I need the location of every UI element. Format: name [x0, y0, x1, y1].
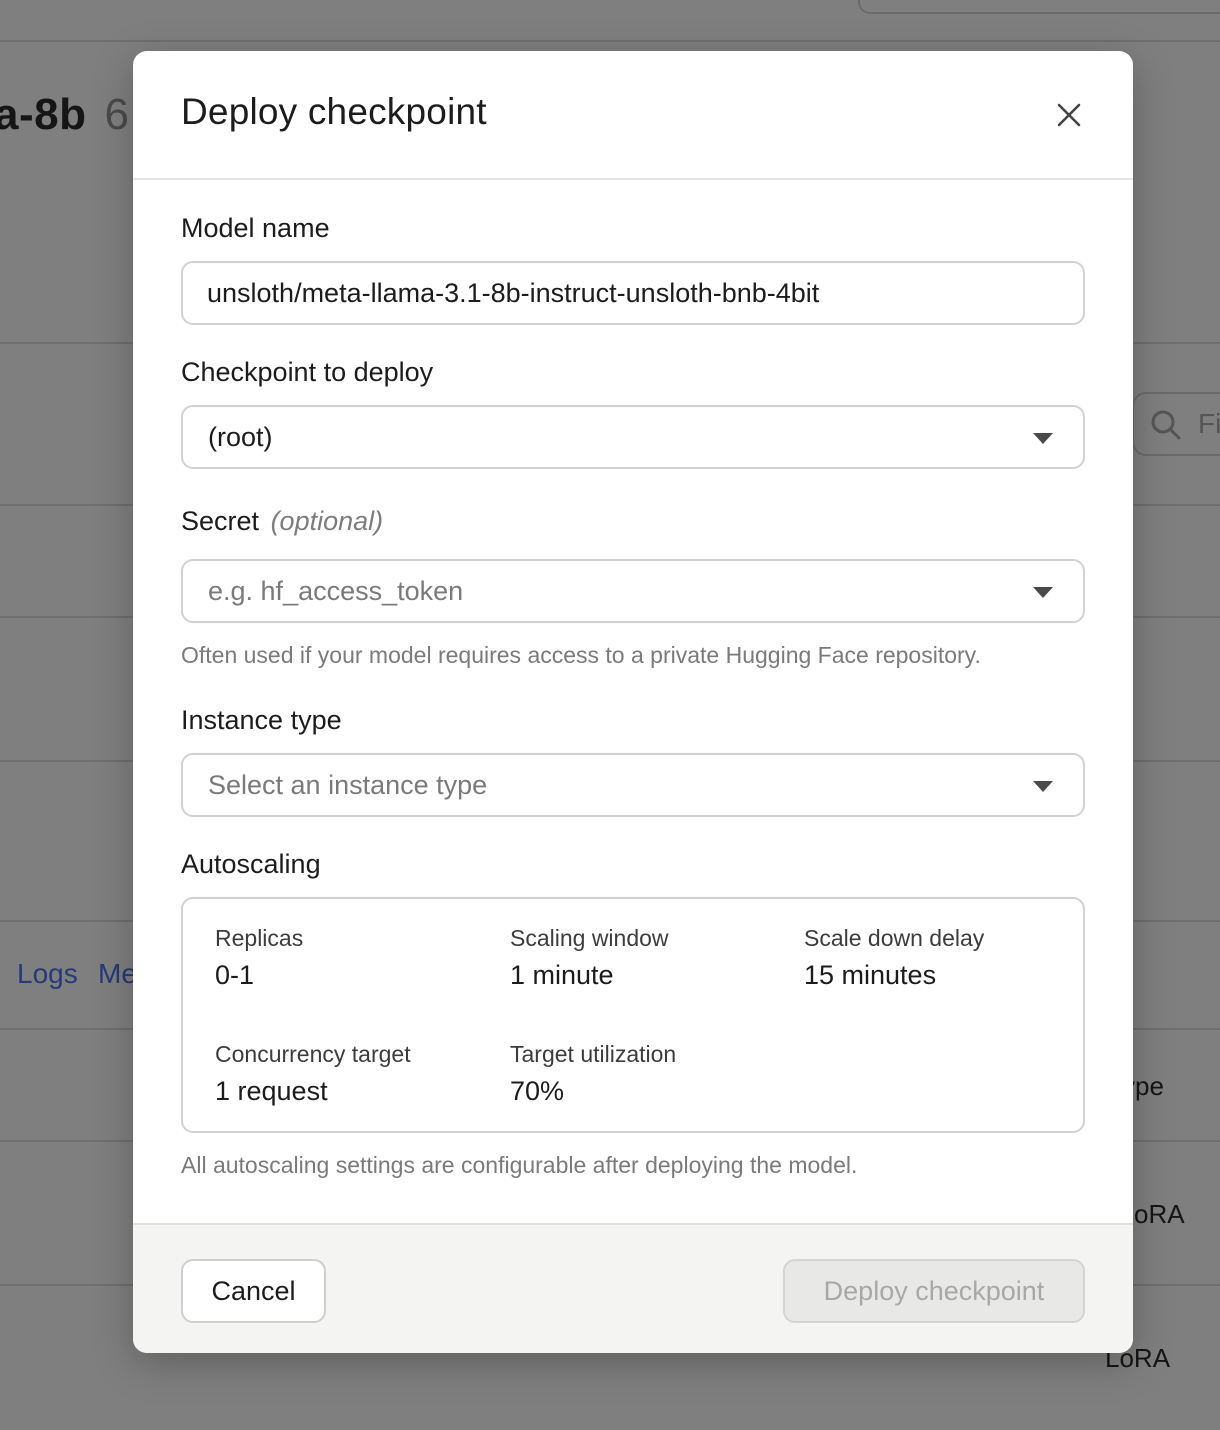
secret-label: Secret (optional) [181, 506, 384, 536]
secret-placeholder: e.g. hf_access_token [208, 576, 464, 606]
stat-value: 70% [510, 1076, 565, 1106]
scaling-window-stat: Scaling window 1 minute [510, 925, 669, 991]
autoscaling-summary: Replicas 0-1 Scaling window 1 minute Sca… [181, 897, 1085, 1133]
target-utilization-stat: Target utilization 70% [510, 1041, 676, 1107]
stat-label: Replicas [215, 925, 304, 951]
instance-type-placeholder: Select an instance type [208, 770, 488, 800]
autoscaling-label: Autoscaling [181, 849, 321, 879]
dialog-title: Deploy checkpoint [181, 91, 487, 132]
model-name-label: Model name [181, 213, 330, 243]
stat-label: Target utilization [510, 1041, 677, 1067]
checkpoint-selected-value: (root) [208, 422, 273, 452]
background-divider [0, 40, 1220, 42]
deploy-checkpoint-dialog: Deploy checkpoint Model name Checkpoint … [133, 51, 1133, 1353]
stat-label: Concurrency target [215, 1041, 411, 1067]
cancel-button[interactable]: Cancel [181, 1259, 326, 1323]
search-icon [1151, 410, 1181, 440]
instance-type-label: Instance type [181, 705, 342, 735]
stat-value: 1 request [215, 1076, 328, 1106]
stat-value: 1 minute [510, 960, 614, 990]
concurrency-target-stat: Concurrency target 1 request [215, 1041, 411, 1107]
background-tab-logs: Logs [17, 958, 78, 989]
close-button[interactable] [1051, 97, 1087, 133]
autoscaling-help-text: All autoscaling settings are configurabl… [181, 1152, 858, 1178]
stat-value: 15 minutes [804, 960, 937, 990]
stat-label: Scaling window [510, 925, 669, 951]
background-tab-metrics: Me [98, 958, 137, 989]
instance-type-select[interactable]: Select an instance type [181, 753, 1085, 817]
background-page-title: a-8b 6 [0, 90, 130, 139]
stat-value: 0-1 [215, 960, 255, 990]
model-name-input[interactable] [181, 261, 1085, 325]
background-filter-input: Fi [1132, 392, 1220, 456]
secret-help-text: Often used if your model requires access… [181, 642, 981, 668]
background-top-field [858, 0, 1220, 14]
secret-select[interactable]: e.g. hf_access_token [181, 559, 1085, 623]
dialog-header: Deploy checkpoint [133, 51, 1133, 180]
checkpoint-label: Checkpoint to deploy [181, 357, 434, 387]
chevron-down-icon [1033, 781, 1053, 792]
chevron-down-icon [1033, 587, 1053, 598]
close-icon [1057, 103, 1081, 127]
scale-down-delay-stat: Scale down delay 15 minutes [804, 925, 984, 991]
stat-label: Scale down delay [804, 925, 985, 951]
chevron-down-icon [1033, 433, 1053, 444]
dialog-footer: Cancel Deploy checkpoint [133, 1223, 1133, 1353]
replicas-stat: Replicas 0-1 [215, 925, 303, 991]
deploy-checkpoint-button[interactable]: Deploy checkpoint [783, 1259, 1085, 1323]
optional-hint: (optional) [270, 506, 384, 536]
checkpoint-select[interactable]: (root) [181, 405, 1085, 469]
background-table-cell: oRA [1134, 1199, 1185, 1229]
